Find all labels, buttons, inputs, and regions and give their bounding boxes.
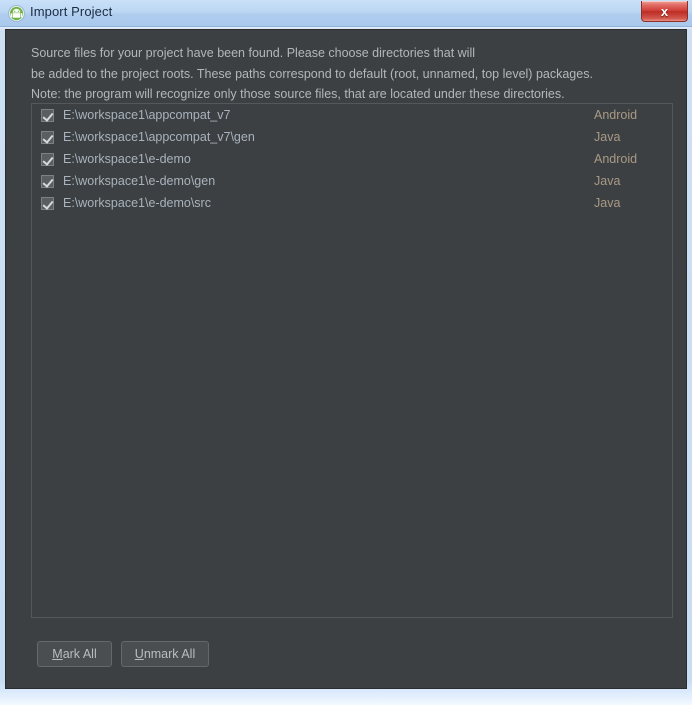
mark-all-label: ark All (62, 647, 97, 661)
close-icon: x (660, 3, 669, 19)
row-path: E:\workspace1\e-demo (63, 152, 191, 166)
row-checkbox[interactable] (41, 174, 54, 188)
close-button[interactable]: x (641, 1, 688, 22)
row-checkbox[interactable] (41, 152, 54, 166)
row-checkbox[interactable] (41, 130, 54, 144)
unmark-all-mnemonic: U (134, 647, 144, 661)
dialog-body: Source files for your project have been … (5, 29, 687, 689)
window-frame: Import Project x Source files for your p… (0, 0, 692, 705)
table-row[interactable]: E:\workspace1\e-demo Android (32, 148, 672, 170)
row-path: E:\workspace1\e-demo\gen (63, 174, 216, 188)
row-path: E:\workspace1\e-demo\src (63, 196, 211, 210)
unmark-all-label: nmark All (143, 647, 196, 661)
table-row[interactable]: E:\workspace1\appcompat_v7\gen Java (32, 126, 672, 148)
android-robot-icon (8, 5, 25, 22)
row-checkbox[interactable] (41, 108, 54, 122)
unmark-all-button[interactable]: Unmark All (121, 641, 209, 667)
description-text: Source files for your project have been … (31, 46, 593, 101)
window-title: Import Project (30, 4, 113, 19)
table-row[interactable]: E:\workspace1\e-demo\src Java (32, 192, 672, 214)
mark-all-button[interactable]: Mark All (37, 641, 112, 667)
table-row[interactable]: E:\workspace1\e-demo\gen Java (32, 170, 672, 192)
mark-all-mnemonic: M (52, 647, 63, 661)
row-type: Android (594, 152, 638, 166)
table-row[interactable]: E:\workspace1\appcompat_v7 Android (32, 104, 672, 126)
row-type: Android (594, 108, 638, 122)
row-path: E:\workspace1\appcompat_v7\gen (63, 130, 255, 144)
row-path: E:\workspace1\appcompat_v7 (63, 108, 231, 122)
row-type: Java (594, 174, 621, 188)
source-directories-list[interactable]: E:\workspace1\appcompat_v7 Android E:\wo… (31, 103, 673, 618)
row-checkbox[interactable] (41, 196, 54, 210)
row-type: Java (594, 196, 621, 210)
row-type: Java (594, 130, 621, 144)
title-bar: Import Project x (0, 0, 692, 27)
